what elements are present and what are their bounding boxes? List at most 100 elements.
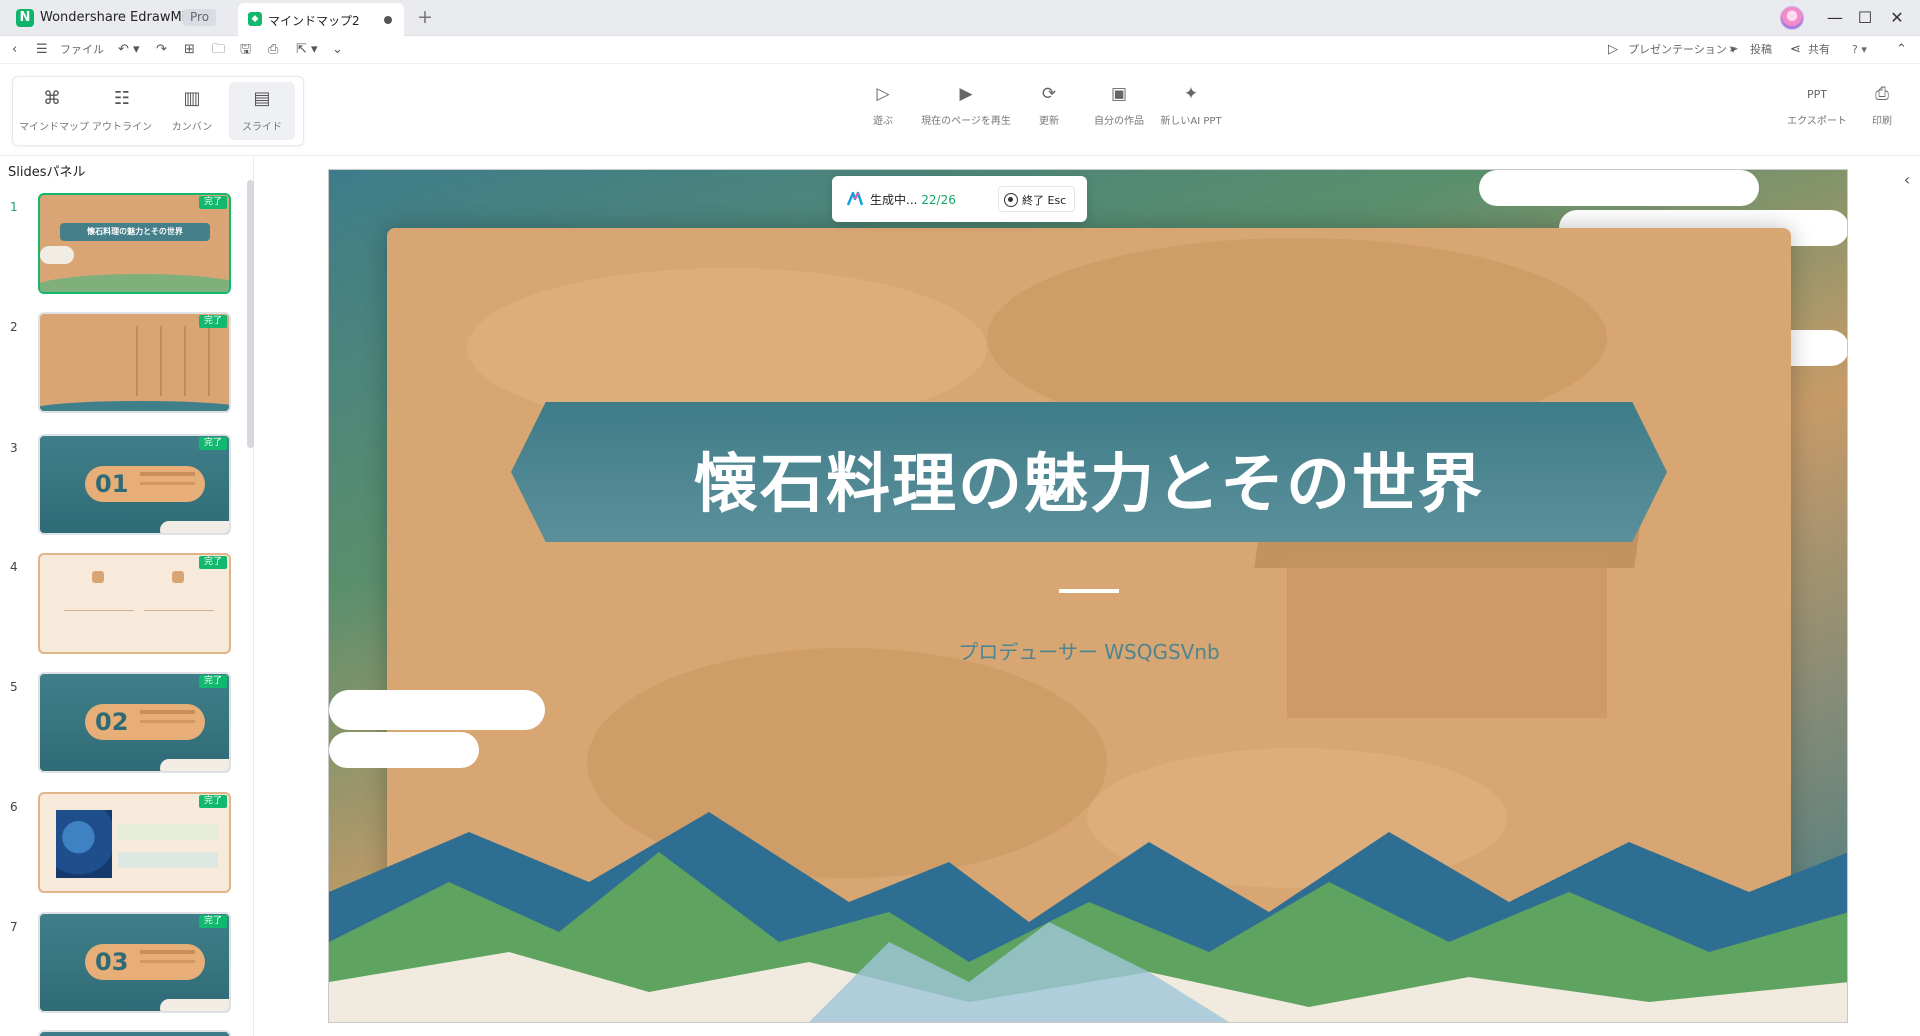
pro-badge[interactable]: Pro (183, 9, 217, 26)
document-tab[interactable]: ◆ マインドマップ2 (238, 3, 404, 36)
collapse-ribbon-icon[interactable]: ⌃ (1896, 41, 1907, 59)
slide-thumbnail-7[interactable]: 03 完了 (38, 912, 231, 1013)
maximize-button[interactable]: ☐ (1848, 5, 1882, 31)
my-works-button[interactable]: ▣ 自分の作品 (1086, 84, 1152, 136)
presentation-menu[interactable]: プレゼンテーション ▾ (1628, 41, 1736, 59)
post-button[interactable]: 投稿 (1750, 41, 1772, 59)
thumb-column (184, 326, 186, 396)
slide-number: 6 (10, 800, 18, 814)
printer-icon: ⎙ (1875, 84, 1889, 104)
slide-thumbnail-2[interactable]: 完了 (38, 312, 231, 413)
expand-right-panel-icon[interactable]: ‹ (1894, 157, 1920, 203)
slide-thumbnail-6[interactable]: 完了 (38, 792, 231, 893)
thumb-column (160, 326, 162, 396)
more-icon[interactable]: ⌄ (332, 41, 343, 59)
view-mindmap-button[interactable]: ⌘ マインドマップ (19, 82, 89, 140)
thumb-title: 懐石料理の魅力とその世界 (60, 223, 210, 241)
current-slide[interactable]: 懐石料理の魅力とその世界 プロデューサー WSQGSVnb (328, 169, 1848, 1023)
slide-thumbnail-4[interactable]: 完了 (38, 553, 231, 654)
ppt-icon: PPT (1807, 88, 1827, 101)
thumb-subtitle-line (140, 960, 195, 963)
tool-label: エクスポート (1787, 116, 1847, 127)
file-menu[interactable]: ファイル (60, 41, 104, 59)
mindmap-doc-icon: ◆ (248, 12, 262, 26)
view-label: マインドマップ (19, 122, 89, 133)
thumb-mountains (40, 274, 229, 292)
mindmap-icon: ⌘ (43, 88, 61, 109)
user-avatar[interactable] (1780, 6, 1804, 30)
title-bar: N Wondershare EdrawMind Pro ◆ マインドマップ2 +… (0, 0, 1920, 36)
slide-number: 4 (10, 560, 18, 574)
thumb-shield-icon (92, 571, 104, 583)
share-icon[interactable]: ⋖ (1790, 41, 1801, 59)
slides-icon: ▤ (253, 88, 271, 109)
slide-thumbnail-3[interactable]: 01 完了 (38, 434, 231, 535)
cloud-shape (329, 732, 479, 768)
unsaved-dot-icon[interactable] (384, 16, 392, 24)
outline-icon: ☷ (113, 88, 131, 109)
slide-title[interactable]: 懐石料理の魅力とその世界 (511, 433, 1667, 525)
cloud-shape (1479, 170, 1759, 206)
thumb-photo (56, 810, 112, 878)
redo-icon[interactable]: ↷ (156, 41, 167, 59)
new-tab-button[interactable]: + (413, 5, 437, 29)
stop-generation-button[interactable]: 終了 Esc (998, 186, 1075, 212)
slides-panel-title: Slidesパネル (8, 165, 86, 180)
generation-status: 生成中... 22/26 (870, 191, 956, 208)
my-works-icon: ▣ (1110, 84, 1128, 104)
close-window-button[interactable]: ✕ (1880, 5, 1914, 31)
help-menu[interactable]: ? ▾ (1852, 41, 1867, 59)
tool-label: 現在のページを再生 (921, 116, 1011, 127)
done-badge: 完了 (198, 556, 227, 569)
view-outline-button[interactable]: ☷ アウトライン (89, 82, 155, 140)
thumb-card (144, 571, 214, 611)
save-icon[interactable]: 🖫 (240, 41, 251, 59)
play-current-page-button[interactable]: ▶ 現在のページを再生 (918, 84, 1014, 136)
panel-scrollbar[interactable] (247, 180, 254, 448)
open-folder-icon[interactable]: 🗀 (212, 41, 225, 59)
mountain-landscape (329, 812, 1847, 1022)
back-icon[interactable]: ‹ (12, 41, 17, 59)
thumb-card (64, 571, 134, 611)
slide-thumbnail-1[interactable]: 懐石料理の魅力とその世界 完了 (38, 193, 231, 294)
title-divider (1059, 589, 1119, 593)
slide-number: 2 (10, 320, 18, 334)
thumb-subtitle-line (140, 472, 195, 476)
view-slides-button[interactable]: ▤ スライド (229, 82, 295, 140)
minimize-button[interactable]: — (1818, 5, 1852, 31)
slide-subtitle[interactable]: プロデューサー WSQGSVnb (511, 636, 1667, 665)
refresh-button[interactable]: ⟳ 更新 (1026, 84, 1072, 136)
slide-thumbnail-5[interactable]: 02 完了 (38, 672, 231, 773)
print-button[interactable]: ⎙ 印刷 (1862, 84, 1902, 136)
thumb-shield-icon (172, 571, 184, 583)
new-file-icon[interactable]: ⊞ (184, 41, 195, 59)
generation-label: 生成中... (870, 193, 918, 207)
export-icon[interactable]: ⇱ ▾ (296, 41, 318, 59)
presentation-icon[interactable]: ▷ (1608, 41, 1618, 59)
edrawmind-logo-icon: N (16, 9, 34, 27)
view-kanban-button[interactable]: ▥ カンバン (159, 82, 225, 140)
thumb-cloud (160, 759, 229, 771)
print-icon[interactable]: ⎙ (268, 41, 278, 59)
export-ppt-button[interactable]: PPT エクスポート (1786, 84, 1848, 136)
view-switcher: ⌘ マインドマップ ☷ アウトライン ▥ カンバン ▤ スライド (12, 76, 304, 146)
ai-ppt-icon: ✦ (1183, 84, 1199, 104)
stop-icon (1004, 193, 1018, 207)
done-badge: 完了 (198, 315, 227, 328)
app-name: Wondershare EdrawMind (40, 10, 202, 25)
thumb-column (208, 326, 210, 396)
generation-progress-bar: 生成中... 22/26 終了 Esc (832, 176, 1087, 222)
thumb-cloud (160, 521, 229, 533)
new-ai-ppt-button[interactable]: ✦ 新しいAI PPT (1158, 84, 1224, 136)
kanban-icon: ▥ (183, 88, 201, 109)
refresh-icon: ⟳ (1041, 84, 1057, 104)
menu-icon[interactable]: ☰ (36, 41, 48, 59)
undo-icon[interactable]: ↶ ▾ (118, 41, 140, 59)
play-current-icon: ▶ (959, 84, 973, 104)
post-icon[interactable]: ➢ (1728, 41, 1739, 59)
play-button[interactable]: ▷ 遊ぶ (860, 84, 906, 136)
slide-thumbnail-8[interactable] (38, 1030, 231, 1036)
share-button[interactable]: 共有 (1808, 41, 1830, 59)
slide-number: 1 (10, 200, 18, 214)
thumb-section-number: 02 (95, 708, 129, 736)
